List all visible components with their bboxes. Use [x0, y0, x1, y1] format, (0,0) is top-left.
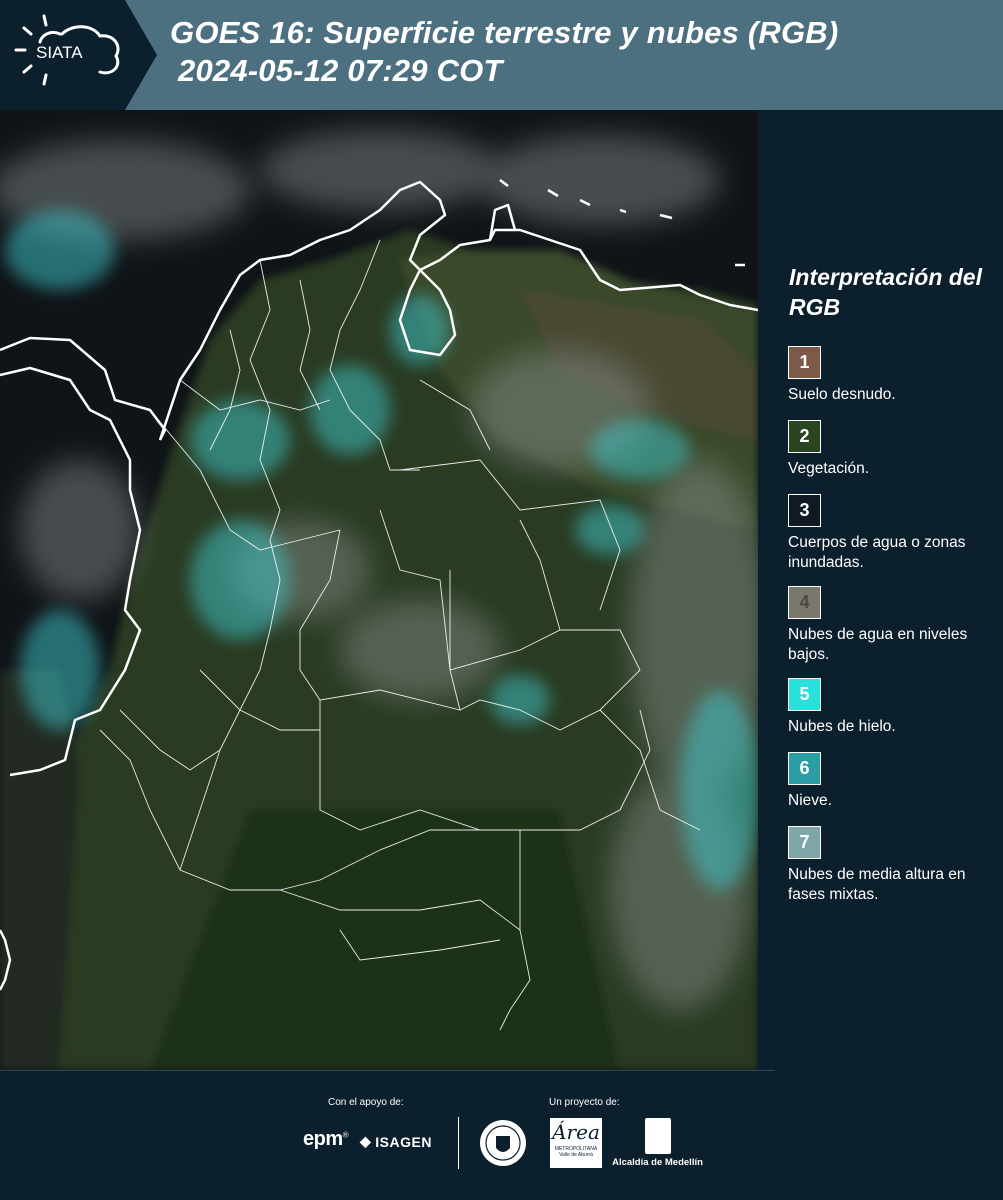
area-metropolitana-logo: Área METROPOLITANA Valle de Aburrá: [550, 1118, 602, 1168]
isagen-logo: ◆ ISAGEN: [360, 1133, 432, 1150]
legend-item-bare-soil: 1 Suelo desnudo.: [788, 346, 998, 405]
satellite-map[interactable]: [0, 110, 758, 1070]
legend-label-5: Nubes de hielo.: [788, 718, 896, 735]
legend-item-ice-clouds: 5 Nubes de hielo.: [788, 678, 998, 737]
svg-text:SIATA: SIATA: [36, 43, 83, 62]
legend-label-3: Cuerpos de agua o zonas inundadas.: [788, 534, 966, 571]
medellin-seal-icon: [480, 1120, 526, 1166]
legend-swatch-4: 4: [788, 586, 821, 619]
legend-item-mid-clouds: 7 Nubes de media altura en fases mixtas.: [788, 826, 998, 905]
legend-panel: Interpretación del RGB 1 Suelo desnudo. …: [758, 110, 1003, 1070]
legend-item-water: 3 Cuerpos de agua o zonas inundadas.: [788, 494, 998, 573]
footer-divider-line: [0, 1070, 775, 1071]
legend-label-7: Nubes de media altura en fases mixtas.: [788, 866, 966, 903]
legend-item-vegetation: 2 Vegetación.: [788, 420, 998, 479]
legend-swatch-2: 2: [788, 420, 821, 453]
legend-label-6: Nieve.: [788, 792, 832, 809]
alcaldia-medellin-logo: Alcaldía de Medellín: [610, 1118, 705, 1168]
legend-label-1: Suelo desnudo.: [788, 386, 896, 403]
alcaldia-shield-icon: [644, 1118, 671, 1154]
legend-swatch-7: 7: [788, 826, 821, 859]
legend-swatch-3: 3: [788, 494, 821, 527]
legend-swatch-1: 1: [788, 346, 821, 379]
logo-divider: [458, 1117, 459, 1169]
legend-item-low-clouds: 4 Nubes de agua en niveles bajos.: [788, 586, 998, 665]
legend-label-2: Vegetación.: [788, 460, 870, 477]
header-bar: SIATA GOES 16: Superficie terrestre y nu…: [0, 0, 1003, 110]
footer: Con el apoyo de: Un proyecto de: epm® ◆ …: [0, 1070, 1003, 1200]
isagen-icon: ◆: [360, 1133, 372, 1149]
page-title: GOES 16: Superficie terrestre y nubes (R…: [170, 14, 838, 90]
legend-item-snow: 6 Nieve.: [788, 752, 998, 811]
project-label: Un proyecto de:: [549, 1097, 620, 1108]
epm-logo: epm®: [303, 1128, 349, 1150]
legend-title: Interpretación del RGB: [789, 264, 982, 320]
legend-label-4: Nubes de agua en niveles bajos.: [788, 626, 968, 663]
legend-swatch-6: 6: [788, 752, 821, 785]
title-line-1: GOES 16: Superficie terrestre y nubes (R…: [170, 15, 839, 50]
title-timestamp: 2024-05-12 07:29 COT: [178, 53, 503, 88]
legend-swatch-5: 5: [788, 678, 821, 711]
siata-logo: SIATA: [0, 0, 157, 110]
support-label: Con el apoyo de:: [328, 1097, 404, 1108]
